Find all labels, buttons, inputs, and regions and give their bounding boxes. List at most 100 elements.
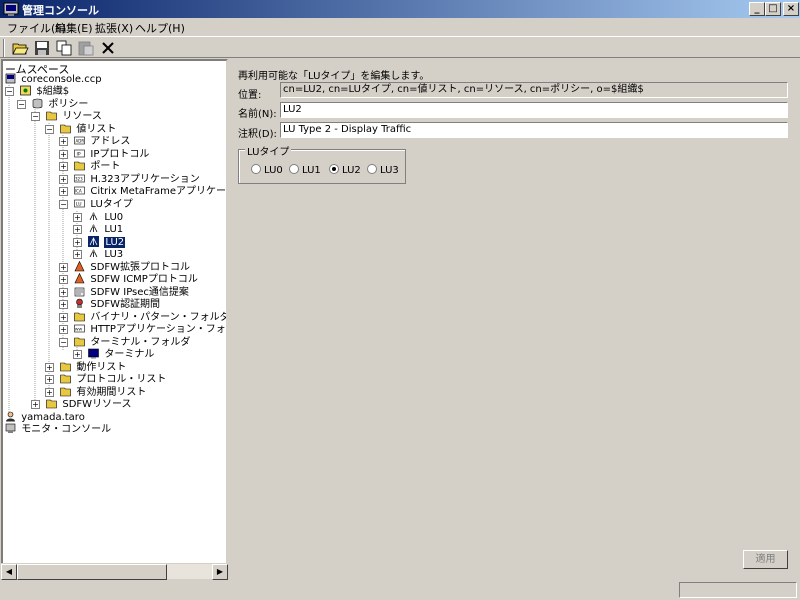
tree-item-resources[interactable]: − リソース xyxy=(31,110,102,122)
apply-button[interactable]: 適用 xyxy=(743,550,788,569)
menu-help[interactable]: ヘルプ(H) xyxy=(135,20,185,36)
tree-item-sdfw-resources[interactable]: + SDFWリソース xyxy=(31,398,132,410)
expand-toggle[interactable]: + xyxy=(73,350,82,359)
scroll-thumb[interactable] xyxy=(17,564,167,580)
svg-text:LU: LU xyxy=(76,202,82,208)
radio-dot[interactable] xyxy=(367,164,377,174)
collapse-toggle[interactable]: − xyxy=(5,87,14,96)
terminal-icon xyxy=(88,348,99,359)
radio-lu3[interactable]: LU3 xyxy=(367,164,399,176)
folder-open-icon xyxy=(60,124,71,134)
expand-toggle[interactable]: + xyxy=(59,288,68,297)
expand-toggle[interactable]: + xyxy=(45,388,54,397)
tree-item-port[interactable]: + ポート xyxy=(59,160,120,172)
tree-item-monitor-console[interactable]: モニタ・コンソール xyxy=(5,423,111,435)
maximize-button[interactable]: □ xyxy=(765,2,781,16)
collapse-toggle[interactable]: − xyxy=(59,338,68,347)
tree-item-value-list[interactable]: − 値リスト xyxy=(45,123,116,135)
radio-lu1[interactable]: LU1 xyxy=(289,164,321,176)
expand-toggle[interactable]: + xyxy=(73,250,82,259)
organization-icon xyxy=(20,85,32,96)
radio-dot[interactable] xyxy=(289,164,299,174)
collapse-toggle[interactable]: − xyxy=(17,100,26,109)
tree-item-lu2[interactable]: + LU2 xyxy=(73,236,126,248)
close-button[interactable]: × xyxy=(783,2,799,16)
expand-toggle[interactable]: + xyxy=(45,375,54,384)
svg-text:323: 323 xyxy=(75,177,83,182)
tree-item-h323[interactable]: + 323 H.323アプリケーション xyxy=(59,173,200,185)
tree-item-terminal-folder[interactable]: − ターミナル・フォルダ xyxy=(59,336,190,348)
expand-toggle[interactable]: + xyxy=(59,187,68,196)
save-icon[interactable] xyxy=(31,38,53,58)
tree-item-user[interactable]: yamada.taro xyxy=(5,411,85,423)
tree-horizontal-scrollbar[interactable]: ◀ ▶ xyxy=(1,563,228,580)
tree-item-sdfw-ipsec[interactable]: + SDFW IPsec通信提案 xyxy=(59,286,189,298)
expand-toggle[interactable]: + xyxy=(59,263,68,272)
expand-toggle[interactable]: + xyxy=(73,213,82,222)
expand-toggle[interactable]: + xyxy=(59,162,68,171)
expand-toggle[interactable]: + xyxy=(59,313,68,322)
tree-item-validity-list[interactable]: + 有効期間リスト xyxy=(45,386,146,398)
expand-toggle[interactable]: + xyxy=(59,325,68,334)
comment-label: 注釈(D): xyxy=(238,129,277,140)
tree-item-sdfw-icmp[interactable]: + SDFW ICMPプロトコル xyxy=(59,273,198,285)
radio-dot[interactable] xyxy=(251,164,261,174)
expand-toggle[interactable]: + xyxy=(73,225,82,234)
expand-toggle[interactable]: + xyxy=(73,238,82,247)
auth-period-icon xyxy=(76,298,83,308)
monitor-console-icon xyxy=(5,423,16,433)
tree-item-action-list[interactable]: + 動作リスト xyxy=(45,361,126,373)
expand-toggle[interactable]: + xyxy=(59,137,68,146)
radio-lu2[interactable]: LU2 xyxy=(329,164,361,176)
firewall-icon xyxy=(74,261,85,272)
expand-toggle[interactable]: + xyxy=(31,400,40,409)
name-input[interactable]: LU2 xyxy=(280,102,788,118)
tree-item-ip-protocol[interactable]: + IP IPプロトコル xyxy=(59,148,149,160)
lu-node-icon xyxy=(89,212,98,221)
tree-item-organization[interactable]: − $組織$ xyxy=(5,85,69,97)
tree-item-address[interactable]: + ADR アドレス xyxy=(59,135,130,147)
tree-item-lu1[interactable]: + LU1 xyxy=(73,223,123,235)
tree-item-lu0[interactable]: + LU0 xyxy=(73,211,123,223)
tree-item-protocol-list[interactable]: + プロトコル・リスト xyxy=(45,373,166,385)
comment-input[interactable]: LU Type 2 - Display Traffic xyxy=(280,122,788,138)
open-folder-icon[interactable] xyxy=(9,38,31,58)
namespace-tree-panel: ームスペース coreconsole.ccp − $組織$ − ポリシー − リ… xyxy=(1,59,228,579)
scroll-right-icon[interactable]: ▶ xyxy=(212,564,228,580)
console-file-icon xyxy=(5,73,16,84)
copy-icon[interactable] xyxy=(53,38,75,58)
expand-toggle[interactable]: + xyxy=(59,175,68,184)
collapse-toggle[interactable]: − xyxy=(31,112,40,121)
folder-icon xyxy=(60,387,71,397)
tree-item-http-app[interactable]: + WW HTTPアプリケーション・フォルダ xyxy=(59,323,226,335)
tree-item-coreconsole[interactable]: coreconsole.ccp xyxy=(5,73,102,85)
tree-item-citrix[interactable]: + ICA Citrix MetaFrameアプリケーション xyxy=(59,185,226,197)
expand-toggle[interactable]: + xyxy=(59,275,68,284)
status-bar xyxy=(0,580,800,600)
collapse-toggle[interactable]: − xyxy=(45,125,54,134)
menu-extend[interactable]: 拡張(X) xyxy=(95,20,133,36)
scroll-left-icon[interactable]: ◀ xyxy=(1,564,17,580)
port-icon xyxy=(74,161,85,171)
tree-item-sdfw-auth[interactable]: + SDFW認証期間 xyxy=(59,298,160,310)
delete-icon[interactable] xyxy=(97,38,119,58)
paste-icon[interactable] xyxy=(75,38,97,58)
tree-item-policy[interactable]: − ポリシー xyxy=(17,98,88,110)
editor-panel: 再利用可能な「LUタイプ」を編集します。 位置: cn=LU2, cn=LUタイ… xyxy=(232,59,799,579)
lu-type-icon: LU xyxy=(74,199,85,208)
radio-dot-selected[interactable] xyxy=(329,164,339,174)
radio-lu0[interactable]: LU0 xyxy=(251,164,283,176)
citrix-icon: ICA xyxy=(74,186,85,195)
menu-bar: ファイル(F) 編集(E) 拡張(X) ヘルプ(H) xyxy=(0,18,800,36)
tree-item-terminal[interactable]: + ターミナル xyxy=(73,348,154,360)
minimize-button[interactable]: _ xyxy=(749,2,765,16)
expand-toggle[interactable]: + xyxy=(59,150,68,159)
tree-item-binary-pattern[interactable]: + バイナリ・パターン・フォルダ xyxy=(59,311,226,323)
tree-item-lu-type[interactable]: − LU LUタイプ xyxy=(59,198,133,210)
tree-item-lu3[interactable]: + LU3 xyxy=(73,248,123,260)
tree-item-sdfw-ext-protocol[interactable]: + SDFW拡張プロトコル xyxy=(59,261,190,273)
collapse-toggle[interactable]: − xyxy=(59,200,68,209)
expand-toggle[interactable]: + xyxy=(59,300,68,309)
menu-edit[interactable]: 編集(E) xyxy=(55,20,93,36)
expand-toggle[interactable]: + xyxy=(45,363,54,372)
